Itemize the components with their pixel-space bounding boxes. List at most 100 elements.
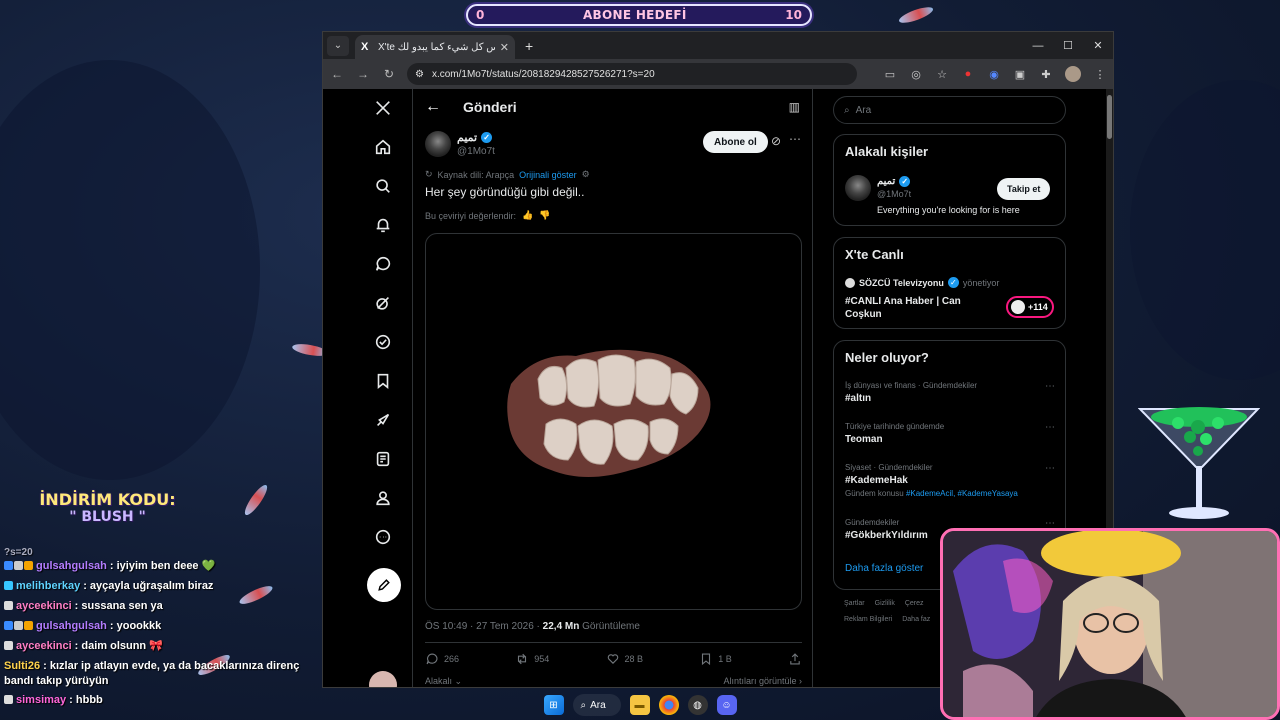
trend-more-icon[interactable]: ⋯ (1045, 463, 1055, 474)
verified-badge-icon: ✓ (947, 277, 959, 288)
forward-icon[interactable]: → (355, 67, 371, 81)
subscriber-goal-bar: 0 ABONE HEDEFİ 10 (466, 4, 812, 26)
notifications-bell-icon[interactable] (363, 210, 403, 240)
post-media[interactable] (425, 233, 802, 610)
extension-dark-icon[interactable]: ▣ (1013, 67, 1027, 81)
close-tab-icon[interactable]: ✕ (500, 41, 509, 54)
repost-button[interactable]: 954 (515, 652, 549, 666)
chat-message: gulsahgulsah : iyiyim ben deee 💚 (0, 558, 320, 578)
author-avatar[interactable] (425, 131, 451, 157)
timestamp-text[interactable]: ÖS 10:49 · 27 Tem 2026 · (425, 621, 540, 632)
browser-menu-icon[interactable]: ⋮ (1093, 67, 1107, 81)
trend-more-icon[interactable]: ⋯ (1045, 381, 1055, 392)
extensions-puzzle-icon[interactable]: ✚ (1039, 67, 1053, 81)
browser-tab[interactable]: X X'te تميم: "ليس كل شيء كما يبدو لك" ✕ (355, 35, 515, 59)
footer-privacy[interactable]: Gizlilik (875, 600, 895, 607)
reply-button[interactable]: 266 (425, 652, 459, 666)
trend-name: #altın (845, 393, 872, 404)
home-icon[interactable] (363, 132, 403, 162)
post-more-icon[interactable]: ⋯ (789, 132, 801, 146)
bookmarks-icon[interactable] (363, 366, 403, 396)
scrollbar-thumb[interactable] (1107, 95, 1112, 139)
thumbs-down-icon[interactable]: 👎 (539, 210, 550, 221)
windows-start-icon[interactable]: ⊞ (543, 695, 564, 715)
view-quotes-link[interactable]: Alıntıları görüntüle › (723, 676, 802, 687)
chat-badges (4, 581, 13, 590)
trend-more-icon[interactable]: ⋯ (1045, 422, 1055, 433)
live-listeners-badge[interactable]: +114 (1006, 296, 1054, 318)
trend-topic-links[interactable]: #KademeAcil, #KademeYasaya (906, 489, 1018, 498)
thumbs-up-icon[interactable]: 👍 (522, 210, 533, 221)
chrome-icon[interactable] (658, 695, 679, 715)
relevant-people-card: Alakalı kişiler تميم ✓ @1Mo7t Everything… (833, 134, 1066, 226)
close-icon[interactable]: ✕ (1083, 32, 1113, 59)
relevant-people-title: Alakalı kişiler (845, 144, 929, 159)
more-options-icon[interactable] (363, 522, 403, 552)
show-more-link[interactable]: Daha fazla göster (845, 563, 923, 574)
window-controls: — ☐ ✕ (1023, 32, 1113, 59)
trends-title: Neler oluyor? (845, 350, 929, 365)
like-button[interactable]: 28 B (606, 652, 643, 666)
author-name[interactable]: تميم ✓ (457, 131, 493, 144)
chat-text: : iyiyim ben deee 💚 (109, 560, 216, 572)
compose-post-button[interactable] (367, 568, 401, 602)
bookmark-button[interactable]: 1 B (699, 652, 732, 666)
address-bar[interactable]: ⚙ x.com/1Mo7t/status/2081829428527526271… (407, 63, 857, 85)
reload-icon[interactable]: ↻ (381, 67, 397, 81)
site-info-icon[interactable]: ⚙ (415, 69, 424, 80)
trend-item[interactable]: Türkiye tarihinde gündemde Teoman ⋯ (845, 422, 1055, 445)
jobs-rocket-icon[interactable] (363, 405, 403, 435)
extension-red-icon[interactable]: ● (961, 67, 975, 81)
show-original-link[interactable]: Orijinali göster (519, 170, 577, 180)
discount-code-banner: İNDİRİM KODU: " BLUSH " (20, 490, 195, 525)
obs-icon[interactable]: ◍ (687, 695, 708, 715)
hide-icon[interactable]: ◎ (909, 67, 923, 81)
post-text: Her şey göründüğü gibi değil.. (425, 185, 585, 199)
discord-icon[interactable]: ☺ (716, 695, 737, 715)
file-explorer-icon[interactable]: ▬ (629, 695, 650, 715)
extension-audio-icon[interactable]: ◉ (987, 67, 1001, 81)
profile-avatar[interactable] (1065, 66, 1081, 82)
live-stream-title[interactable]: #CANLI Ana Haber | Can Coşkun (845, 295, 995, 321)
footer-terms[interactable]: Şartlar (844, 600, 865, 607)
reader-mode-icon[interactable]: ▥ (789, 100, 800, 114)
chat-message: gulsahgulsah : yoookkk (0, 618, 320, 638)
bookmark-star-icon[interactable]: ☆ (935, 67, 949, 81)
author-handle[interactable]: @1Mo7t (457, 146, 495, 157)
sort-dropdown[interactable]: Alakalı ⌄ (425, 676, 462, 687)
new-tab-button[interactable]: + (525, 38, 533, 54)
explore-search-icon[interactable] (363, 171, 403, 201)
account-avatar[interactable] (369, 671, 397, 687)
follow-button[interactable]: Takip et (997, 178, 1051, 200)
taskbar-search[interactable]: ⌕ Ara (572, 694, 621, 716)
chat-username: gulsahgulsah (36, 620, 107, 632)
grok-icon[interactable] (363, 288, 403, 318)
search-input[interactable]: ⌕ Ara (833, 96, 1066, 124)
cast-icon[interactable]: ▭ (883, 67, 897, 81)
trend-item[interactable]: Siyaset · Gündemdekiler #KademeHak Günde… (845, 463, 1055, 498)
footer-cookies[interactable]: Çerez (905, 600, 924, 607)
profile-icon[interactable] (363, 483, 403, 513)
tab-search-button[interactable]: ⌄ (327, 35, 349, 56)
subscribe-button[interactable]: Abone ol (703, 131, 768, 153)
x-logo-icon[interactable] (363, 93, 403, 123)
back-arrow-icon[interactable]: ← (425, 98, 441, 116)
maximize-icon[interactable]: ☐ (1053, 32, 1083, 59)
premium-verified-icon[interactable] (363, 327, 403, 357)
back-icon[interactable]: ← (329, 67, 345, 81)
grok-explain-icon[interactable]: ⊘ (771, 134, 781, 148)
relevant-name[interactable]: تميم ✓ (877, 176, 911, 187)
messages-icon[interactable] (363, 249, 403, 279)
relevant-handle[interactable]: @1Mo7t (877, 189, 911, 199)
translation-settings-icon[interactable]: ⚙ (582, 169, 590, 180)
minimize-icon[interactable]: — (1023, 32, 1053, 59)
teeth-image (507, 349, 711, 477)
relevant-avatar[interactable] (845, 175, 871, 201)
footer-more[interactable]: Daha faz (902, 616, 930, 623)
goal-end: 10 (785, 8, 802, 22)
footer-ads-info[interactable]: Reklam Bilgileri (844, 616, 892, 623)
trend-item[interactable]: İş dünyası ve finans · Gündemdekiler #al… (845, 381, 1055, 404)
communities-note-icon[interactable] (363, 444, 403, 474)
live-host[interactable]: SÖZCÜ Televizyonu ✓ yönetiyor (845, 277, 999, 288)
share-button[interactable] (788, 652, 802, 666)
